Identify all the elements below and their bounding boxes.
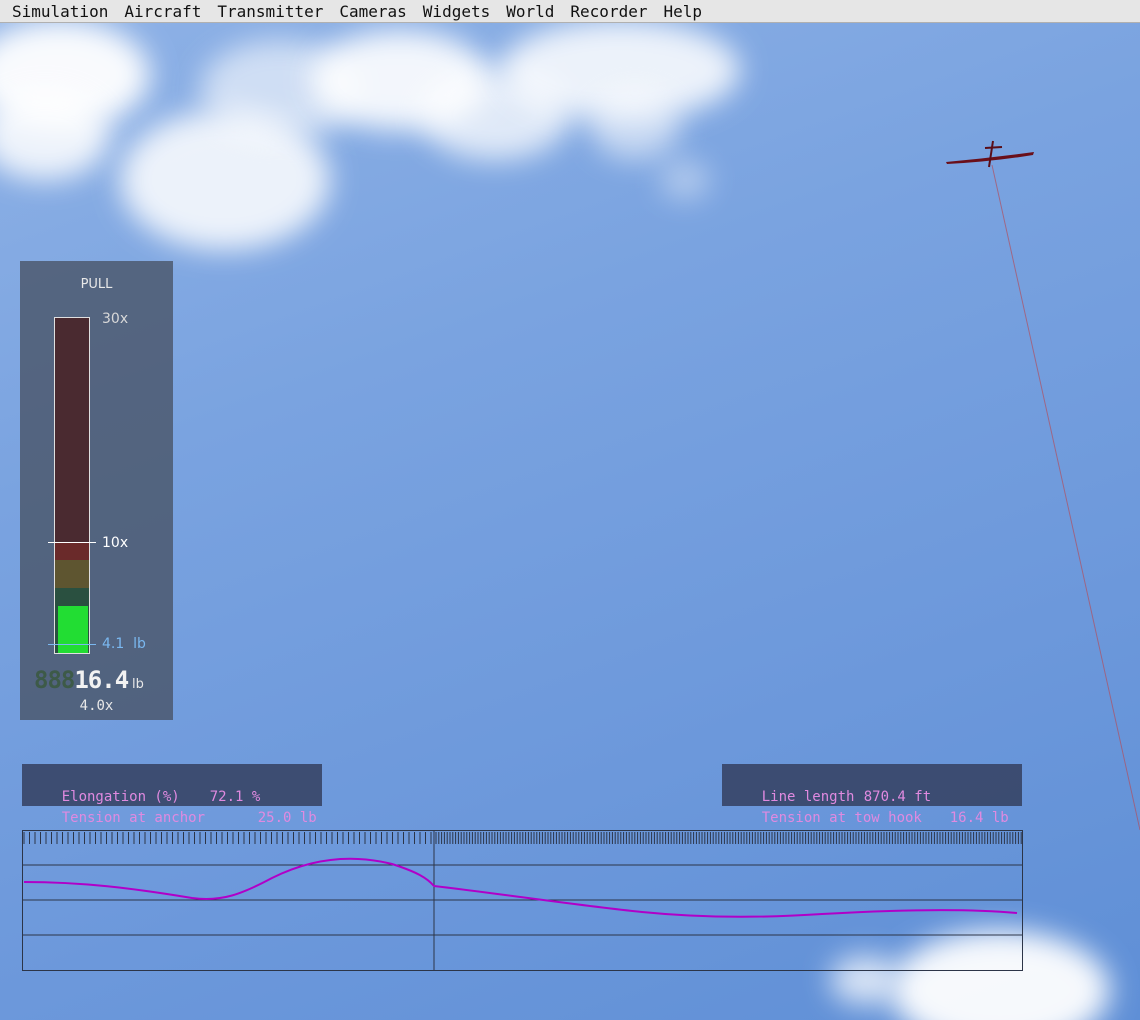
- pull-gauge-widget[interactable]: PULL 30x 10x 4.1 lb 88816.4 lb 4.0x: [20, 261, 173, 720]
- menu-recorder[interactable]: Recorder: [562, 0, 655, 23]
- tow-line: [991, 164, 1140, 831]
- menu-aircraft[interactable]: Aircraft: [116, 0, 209, 23]
- line-length-label: Line length: [761, 789, 855, 805]
- pull-bar: [54, 317, 90, 654]
- pull-multiplier: 4.0x: [79, 698, 114, 714]
- scale-label-10x: 10x: [102, 535, 129, 551]
- lcd-value: 16.4: [74, 666, 129, 694]
- menu-bar: Simulation Aircraft Transmitter Cameras …: [0, 0, 1140, 23]
- menu-transmitter[interactable]: Transmitter: [209, 0, 331, 23]
- hook-tension-label: Tension at tow hook: [761, 810, 922, 826]
- elongation-value: 72.1 %: [209, 789, 261, 805]
- anchor-tension-value: 25.0 lb: [257, 810, 317, 826]
- tick-reference: [48, 644, 96, 645]
- menu-world[interactable]: World: [498, 0, 562, 23]
- reference-label: 4.1 lb: [102, 636, 146, 652]
- line-length-value: 870.4 ft: [863, 789, 932, 805]
- elongation-row: Elongation (%) 72.1 %: [28, 766, 316, 805]
- tow-line-profile-plot: [22, 830, 1023, 971]
- zone-caution: [55, 560, 89, 588]
- pull-title: PULL: [80, 277, 113, 292]
- zone-high: [55, 543, 89, 560]
- zone-overload: [55, 318, 89, 543]
- menu-widgets[interactable]: Widgets: [415, 0, 498, 23]
- pull-bar-fill: [58, 606, 88, 653]
- scale-label-30x: 30x: [102, 311, 129, 327]
- tick-10x: [48, 542, 96, 543]
- lcd-ghost-digits: 888: [34, 666, 75, 694]
- line-stats-left[interactable]: Elongation (%) 72.1 % Tension at anchor 25…: [22, 764, 322, 826]
- line-length-row: Line length 870.4 ft: [728, 766, 1016, 805]
- plot-ticks: [23, 832, 1022, 844]
- tow-line-profile: [23, 857, 1018, 918]
- pull-unit: lb: [132, 677, 144, 692]
- glider: [946, 140, 1034, 168]
- elongation-label: Elongation (%): [61, 789, 180, 805]
- menu-cameras[interactable]: Cameras: [331, 0, 414, 23]
- anchor-tension-label: Tension at anchor: [61, 810, 206, 826]
- menu-help[interactable]: Help: [655, 0, 710, 23]
- pull-lcd-readout: 88816.4: [34, 666, 129, 694]
- hook-tension-value: 16.4 lb: [949, 810, 1009, 826]
- line-stats-right[interactable]: Line length 870.4 ft Tension at tow hook 1…: [722, 764, 1022, 826]
- menu-simulation[interactable]: Simulation: [4, 0, 116, 23]
